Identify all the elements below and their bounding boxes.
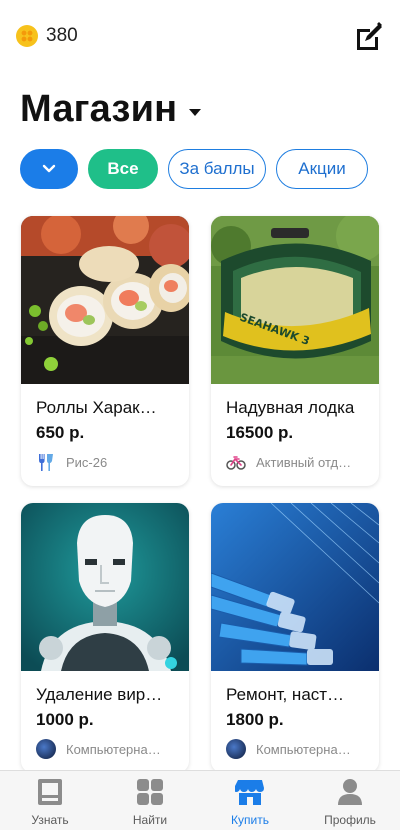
product-image-boat: SEAHAWK 3 [211, 216, 379, 384]
product-price: 16500 р. [226, 423, 294, 442]
store-icon [235, 780, 264, 805]
tab-bar: Узнать Найти Купить Профиль [0, 770, 400, 830]
chip-for-points[interactable]: За баллы [168, 149, 266, 189]
coin-icon [16, 25, 38, 47]
page-title: Магазин [20, 88, 178, 130]
grid-icon [137, 779, 163, 805]
coin-count: 380 [46, 25, 78, 46]
product-title: Роллы Харак… [36, 398, 157, 417]
vendor-name: Компьютерна… [66, 741, 161, 757]
product-vendor: Активный отд… [226, 452, 374, 472]
filter-toggle-button[interactable] [20, 149, 78, 189]
edit-icon [357, 22, 382, 50]
tab-buy[interactable]: Купить [200, 771, 300, 830]
product-card[interactable]: Удаление вир… 1000 р. Компьютерна… [21, 503, 189, 773]
tab-label: Найти [132, 813, 168, 827]
avatar [36, 739, 56, 759]
filter-chips: Все За баллы Акции [20, 149, 368, 189]
tab-label: Купить [231, 813, 269, 827]
product-card[interactable]: Роллы Харак… 650 р. Рис-26 [21, 216, 189, 486]
edit-button[interactable] [352, 20, 386, 54]
coin-balance[interactable]: 380 [16, 25, 78, 47]
product-price: 1800 р. [226, 710, 284, 729]
product-card[interactable]: Ремонт, наст… 1800 р. Компьютерна… [211, 503, 379, 773]
tab-find[interactable]: Найти [100, 771, 200, 830]
chevron-down-icon [42, 164, 56, 173]
product-title: Ремонт, наст… [226, 685, 345, 704]
tab-learn[interactable]: Узнать [0, 771, 100, 830]
shop-selector[interactable]: Магазин [20, 88, 202, 131]
product-title: Надувная лодка [226, 398, 355, 417]
product-vendor: Компьютерна… [36, 739, 184, 759]
product-image-cables [211, 503, 379, 671]
tab-label: Узнать [31, 813, 69, 827]
chip-all[interactable]: Все [88, 149, 158, 189]
product-vendor: Компьютерна… [226, 739, 374, 759]
product-title: Удаление вир… [36, 685, 163, 704]
avatar [226, 739, 246, 759]
vendor-name: Компьютерна… [256, 741, 351, 757]
tab-profile[interactable]: Профиль [300, 771, 400, 830]
product-price: 650 р. [36, 423, 85, 442]
news-icon [38, 779, 62, 805]
restaurant-icon [39, 454, 53, 471]
caret-down-icon [189, 109, 202, 116]
product-image-robot [21, 503, 189, 671]
product-image-sushi [21, 216, 189, 384]
chip-promotions[interactable]: Акции [276, 149, 368, 189]
person-icon [338, 779, 362, 805]
vendor-name: Активный отд… [256, 454, 352, 470]
tab-label: Профиль [324, 813, 376, 827]
vendor-name: Рис-26 [66, 454, 108, 470]
product-vendor: Рис-26 [36, 452, 184, 472]
top-bar: 380 [0, 0, 400, 75]
product-price: 1000 р. [36, 710, 94, 729]
product-card[interactable]: SEAHAWK 3 Надувная лодка 16500 р. Активн… [211, 216, 379, 486]
bicycle-icon [226, 456, 246, 470]
